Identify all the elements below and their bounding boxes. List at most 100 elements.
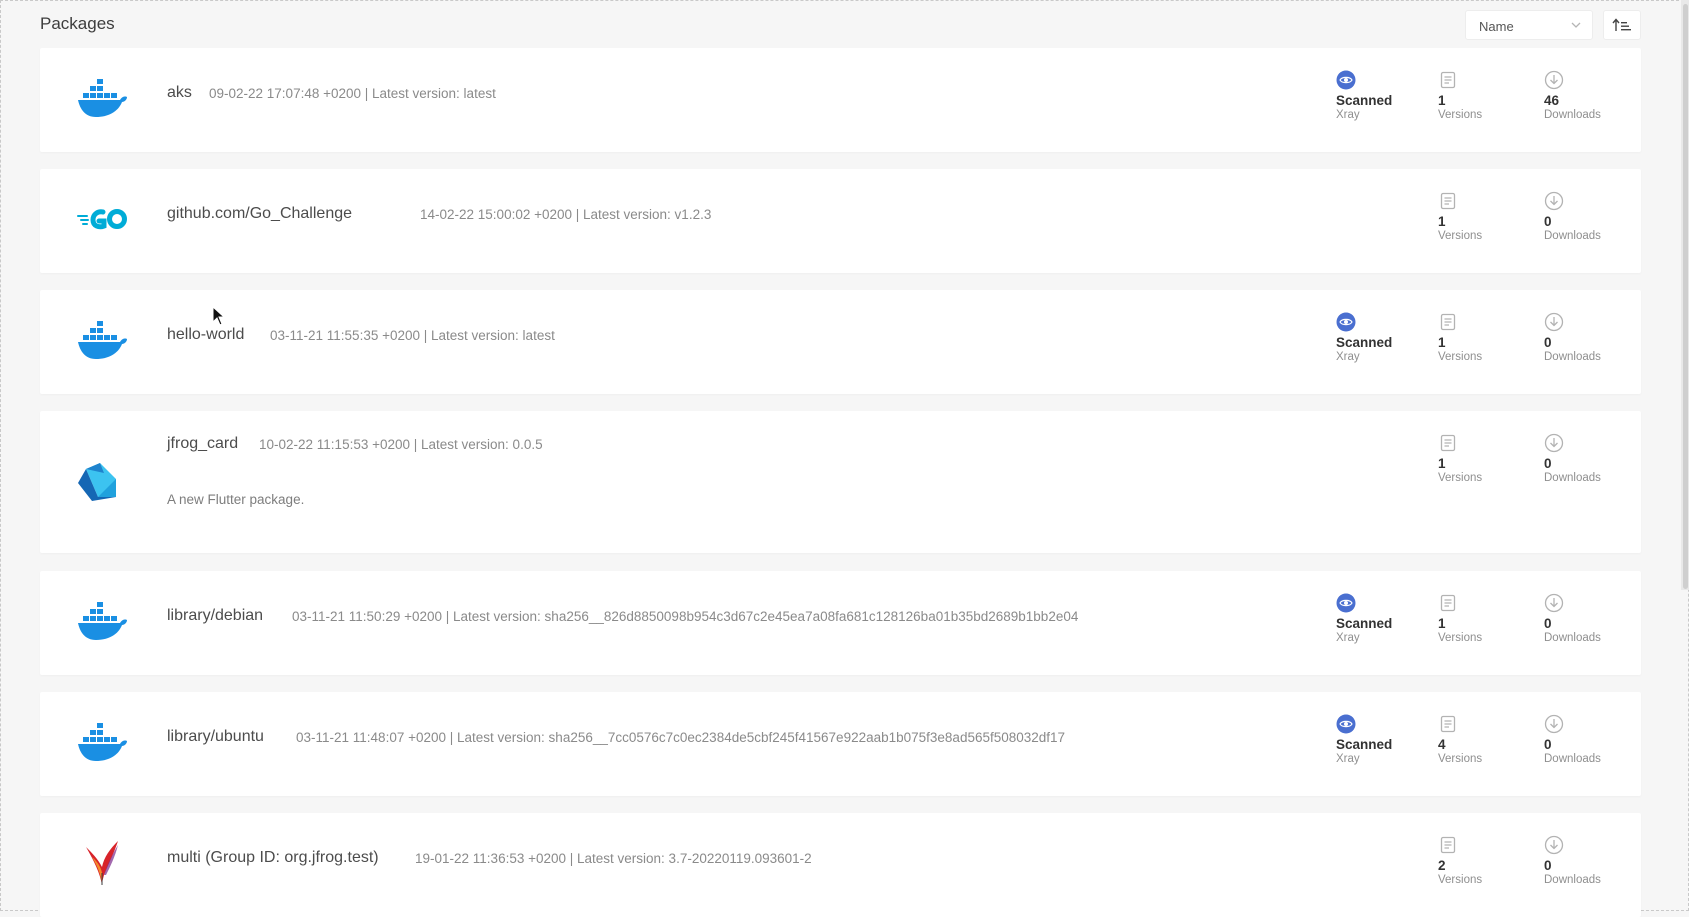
mouse-cursor-icon [212, 306, 226, 326]
package-card-aks[interactable]: aks 09-02-22 17:07:48 +0200 | Latest ver… [40, 48, 1641, 152]
docker-icon [78, 321, 127, 359]
scan-status-label: Scanned [1336, 93, 1393, 108]
downloads-count: 0 [1544, 214, 1552, 229]
package-card-hello-world[interactable]: hello-world 03-11-21 11:55:35 +0200 | La… [40, 290, 1641, 394]
download-icon [1544, 835, 1564, 855]
scrollbar-thumb[interactable] [1683, 4, 1688, 589]
versions-icon [1440, 594, 1456, 612]
package-meta: 03-11-21 11:48:07 +0200 | Latest version… [296, 730, 1066, 745]
eye-scanned-icon [1336, 312, 1356, 332]
maven-feather-icon [86, 841, 118, 885]
sort-field-select[interactable]: Name [1465, 10, 1593, 40]
downloads-label: Downloads [1544, 874, 1601, 886]
scan-status: Scanned Xray [1336, 714, 1426, 766]
scan-status-label: Scanned [1336, 737, 1393, 752]
scan-status: Scanned Xray [1336, 593, 1426, 645]
versions-stat: 1 Versions [1438, 191, 1528, 243]
versions-stat: 2 Versions [1438, 835, 1528, 887]
scan-status-sub: Xray [1336, 753, 1360, 765]
versions-count: 1 [1438, 616, 1446, 631]
versions-icon [1440, 434, 1456, 452]
versions-count: 1 [1438, 93, 1446, 108]
versions-count: 1 [1438, 335, 1446, 350]
downloads-stat: 0 Downloads [1544, 312, 1634, 364]
eye-scanned-icon [1336, 714, 1356, 734]
downloads-count: 0 [1544, 737, 1552, 752]
versions-label: Versions [1438, 632, 1483, 644]
go-icon [77, 209, 127, 230]
dart-icon [78, 463, 116, 501]
versions-label: Versions [1438, 874, 1483, 886]
package-card-go-challenge[interactable]: github.com/Go_Challenge 14-02-22 15:00:0… [40, 169, 1641, 273]
package-name[interactable]: multi (Group ID: org.jfrog.test) [167, 849, 379, 867]
package-name[interactable]: jfrog_card [167, 435, 238, 453]
chevron-down-icon [1571, 22, 1581, 28]
versions-count: 4 [1438, 737, 1446, 752]
downloads-count: 46 [1544, 93, 1560, 108]
scan-status-sub: Xray [1336, 109, 1360, 121]
downloads-count: 0 [1544, 858, 1552, 873]
downloads-count: 0 [1544, 335, 1552, 350]
downloads-count: 0 [1544, 616, 1552, 631]
package-name[interactable]: github.com/Go_Challenge [167, 205, 352, 223]
versions-stat: 4 Versions [1438, 714, 1528, 766]
downloads-label: Downloads [1544, 230, 1601, 242]
downloads-label: Downloads [1544, 472, 1601, 484]
versions-label: Versions [1438, 472, 1483, 484]
packages-header: Packages Name [40, 10, 1641, 44]
versions-label: Versions [1438, 753, 1483, 765]
scan-status-sub: Xray [1336, 632, 1360, 644]
package-meta: 14-02-22 15:00:02 +0200 | Latest version… [420, 207, 712, 222]
versions-count: 2 [1438, 858, 1446, 873]
downloads-count: 0 [1544, 456, 1552, 471]
versions-label: Versions [1438, 230, 1483, 242]
scan-status-label: Scanned [1336, 335, 1393, 350]
package-card-multi[interactable]: multi (Group ID: org.jfrog.test) 19-01-2… [40, 813, 1641, 917]
downloads-label: Downloads [1544, 632, 1601, 644]
package-meta: 09-02-22 17:07:48 +0200 | Latest version… [209, 86, 496, 101]
scan-status-label: Scanned [1336, 616, 1393, 631]
downloads-stat: 0 Downloads [1544, 433, 1634, 485]
download-icon [1544, 70, 1564, 90]
downloads-stat: 0 Downloads [1544, 191, 1634, 243]
vertical-scrollbar[interactable] [1681, 0, 1689, 590]
eye-scanned-icon [1336, 593, 1356, 613]
scan-status-sub: Xray [1336, 351, 1360, 363]
versions-label: Versions [1438, 351, 1483, 363]
docker-icon [78, 602, 127, 640]
versions-count: 1 [1438, 214, 1446, 229]
sort-field-value: Name [1479, 19, 1514, 34]
eye-scanned-icon [1336, 70, 1356, 90]
scan-status: Scanned Xray [1336, 70, 1426, 122]
package-meta: 19-01-22 11:36:53 +0200 | Latest version… [415, 851, 812, 866]
sort-direction-button[interactable] [1603, 10, 1641, 40]
package-meta: 10-02-22 11:15:53 +0200 | Latest version… [259, 437, 543, 452]
download-icon [1544, 312, 1564, 332]
docker-icon [78, 723, 127, 761]
versions-icon [1440, 313, 1456, 331]
package-card-library-ubuntu[interactable]: library/ubuntu 03-11-21 11:48:07 +0200 |… [40, 692, 1641, 796]
versions-label: Versions [1438, 109, 1483, 121]
package-name[interactable]: library/debian [167, 607, 263, 625]
package-card-jfrog-card[interactable]: jfrog_card 10-02-22 11:15:53 +0200 | Lat… [40, 411, 1641, 553]
package-name[interactable]: hello-world [167, 326, 244, 344]
package-name[interactable]: aks [167, 84, 192, 102]
download-icon [1544, 714, 1564, 734]
downloads-label: Downloads [1544, 753, 1601, 765]
scan-status: Scanned Xray [1336, 312, 1426, 364]
download-icon [1544, 433, 1564, 453]
versions-stat: 1 Versions [1438, 593, 1528, 645]
download-icon [1544, 593, 1564, 613]
downloads-stat: 0 Downloads [1544, 593, 1634, 645]
versions-stat: 1 Versions [1438, 312, 1528, 364]
package-description: A new Flutter package. [167, 492, 305, 507]
package-name[interactable]: library/ubuntu [167, 728, 264, 746]
downloads-stat: 0 Downloads [1544, 835, 1634, 887]
versions-count: 1 [1438, 456, 1446, 471]
package-meta: 03-11-21 11:55:35 +0200 | Latest version… [270, 328, 555, 343]
download-icon [1544, 191, 1564, 211]
downloads-stat: 0 Downloads [1544, 714, 1634, 766]
package-card-library-debian[interactable]: library/debian 03-11-21 11:50:29 +0200 |… [40, 571, 1641, 675]
downloads-stat: 46 Downloads [1544, 70, 1634, 122]
sort-ascending-icon [1612, 18, 1631, 31]
